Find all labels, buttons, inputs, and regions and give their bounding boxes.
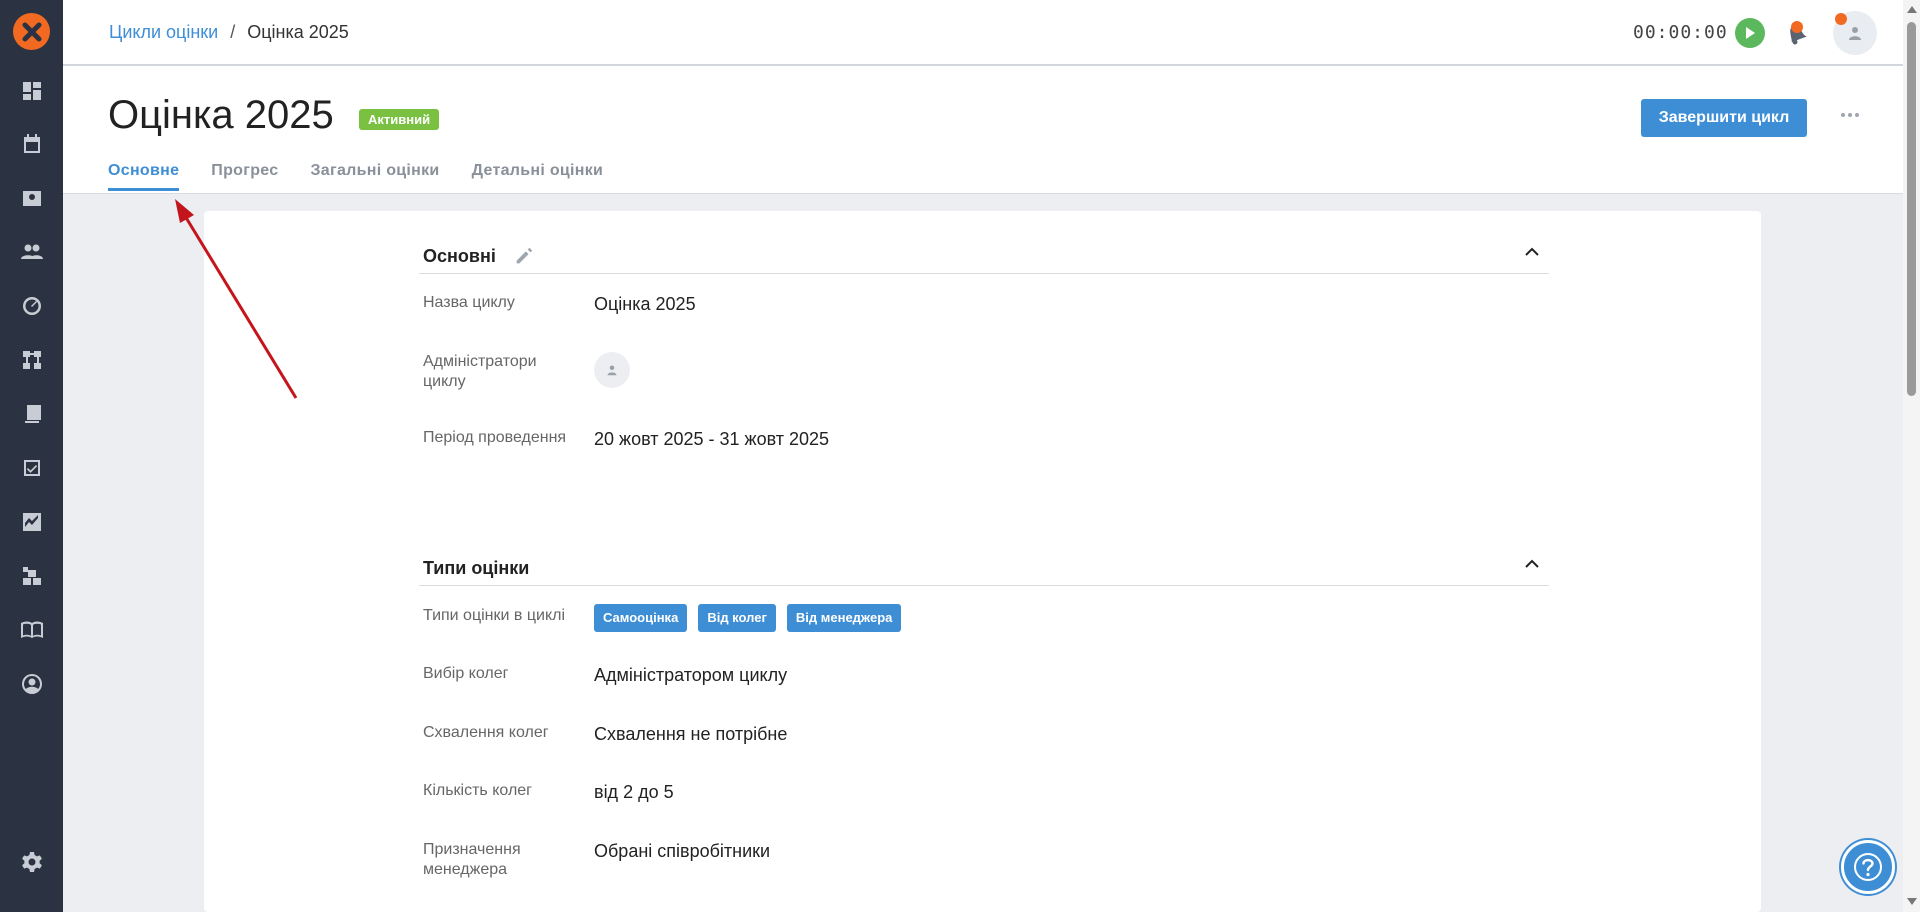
book-icon[interactable]: [19, 617, 45, 643]
field-label: Призначення менеджера: [423, 841, 521, 878]
scroll-down-arrow[interactable]: [1907, 898, 1917, 905]
section-basics: Основні Назва циклу Оцінка 2025 Адмініст…: [419, 211, 1549, 449]
collapse-chevron-up-icon[interactable]: [1521, 553, 1543, 575]
page-header: Оцінка 2025 Активний Завершити цикл Осно…: [63, 66, 1903, 194]
user-status-dot: [1835, 13, 1847, 25]
user-icon: [607, 365, 617, 376]
types-chip-list: Самооцінка Від колег Від менеджера: [594, 604, 907, 632]
notifications-button[interactable]: [1781, 18, 1811, 48]
chip-self-assessment: Самооцінка: [594, 604, 688, 632]
annotation-arrow: [175, 199, 298, 399]
more-dot: [1841, 113, 1845, 117]
collapse-chevron-up-icon[interactable]: [1521, 241, 1543, 263]
tab-detailed-ratings[interactable]: Детальні оцінки: [472, 162, 604, 191]
more-dot: [1848, 113, 1852, 117]
breadcrumb-separator: /: [230, 22, 236, 42]
field-label: Вибір колег: [423, 665, 509, 682]
more-options-button[interactable]: [1835, 103, 1865, 127]
field-label: Типи оцінки в циклі: [423, 607, 566, 624]
play-icon: [1746, 27, 1755, 39]
tab-progress[interactable]: Прогрес: [211, 162, 278, 191]
section-basics-header: Основні: [419, 211, 1549, 274]
dashboard-icon[interactable]: [19, 78, 45, 104]
field-label: Схвалення колег: [423, 724, 549, 741]
question-mark-icon: [1854, 853, 1882, 881]
field-label: Кількість колег: [423, 782, 533, 799]
settings-icon[interactable]: [19, 849, 45, 875]
speedometer-icon[interactable]: [19, 293, 45, 319]
people-icon[interactable]: [19, 239, 45, 265]
field-value: від 2 до 5: [594, 782, 674, 802]
status-badge: Активний: [359, 109, 440, 130]
field-value: Оцінка 2025: [594, 294, 696, 314]
page-scrollbar[interactable]: [1903, 0, 1920, 912]
logo-x-icon: [22, 22, 41, 41]
field-value: Обрані співробітники: [594, 841, 771, 861]
page-title: Оцінка 2025: [108, 93, 334, 137]
time-tracker-display: 00:00:00: [1633, 22, 1728, 43]
timer-play-button[interactable]: [1735, 18, 1765, 48]
finish-cycle-button[interactable]: Завершити цикл: [1641, 99, 1807, 137]
admin-avatar[interactable]: [594, 352, 630, 388]
chip-from-manager: Від менеджера: [786, 604, 902, 632]
help-button[interactable]: [1841, 840, 1895, 894]
tab-bar: Основне Прогрес Загальні оцінки Детальні…: [108, 162, 603, 191]
more-dot: [1855, 113, 1859, 117]
chart-icon[interactable]: [19, 509, 45, 535]
field-value: Схвалення не потрібне: [594, 724, 788, 744]
section-basics-title: Основні: [423, 246, 496, 266]
notification-dot: [1791, 21, 1803, 33]
tab-basic[interactable]: Основне: [108, 162, 180, 191]
scroll-up-arrow[interactable]: [1907, 6, 1917, 13]
library-icon[interactable]: [19, 401, 45, 427]
org-structure-icon[interactable]: [19, 347, 45, 373]
content-card: Основні Назва циклу Оцінка 2025 Адмініст…: [204, 211, 1761, 912]
blocks-icon[interactable]: [19, 563, 45, 589]
section-types-title: Типи оцінки: [423, 558, 530, 578]
sidebar: [0, 0, 63, 912]
edit-pencil-icon[interactable]: [513, 245, 535, 267]
chip-from-colleagues: Від колег: [698, 604, 776, 632]
breadcrumb-current: Оцінка 2025: [247, 22, 349, 42]
section-types-header: Типи оцінки: [419, 523, 1549, 586]
field-label: Період проведення: [423, 429, 567, 446]
field-value: Адміністратором циклу: [594, 665, 788, 685]
section-types: Типи оцінки Типи оцінки в циклі Самооцін…: [419, 523, 1549, 878]
profile-icon[interactable]: [19, 671, 45, 697]
field-label: Адміністратори циклу: [423, 353, 537, 390]
field-value: 20 жовт 2025 - 31 жовт 2025: [594, 429, 830, 449]
contacts-icon[interactable]: [19, 185, 45, 211]
scroll-thumb[interactable]: [1907, 22, 1916, 396]
breadcrumb-cycles-link[interactable]: Цикли оцінки: [109, 22, 218, 43]
checklist-icon[interactable]: [19, 455, 45, 481]
user-icon: [1849, 27, 1861, 40]
field-label: Назва циклу: [423, 294, 515, 311]
tab-overall-ratings[interactable]: Загальні оцінки: [310, 162, 439, 191]
app-logo[interactable]: [13, 13, 50, 50]
breadcrumb: Цикли оцінки / Оцінка 2025: [109, 22, 349, 43]
top-bar: Цикли оцінки / Оцінка 2025 00:00:00: [63, 0, 1903, 66]
calendar-icon[interactable]: [19, 131, 45, 157]
